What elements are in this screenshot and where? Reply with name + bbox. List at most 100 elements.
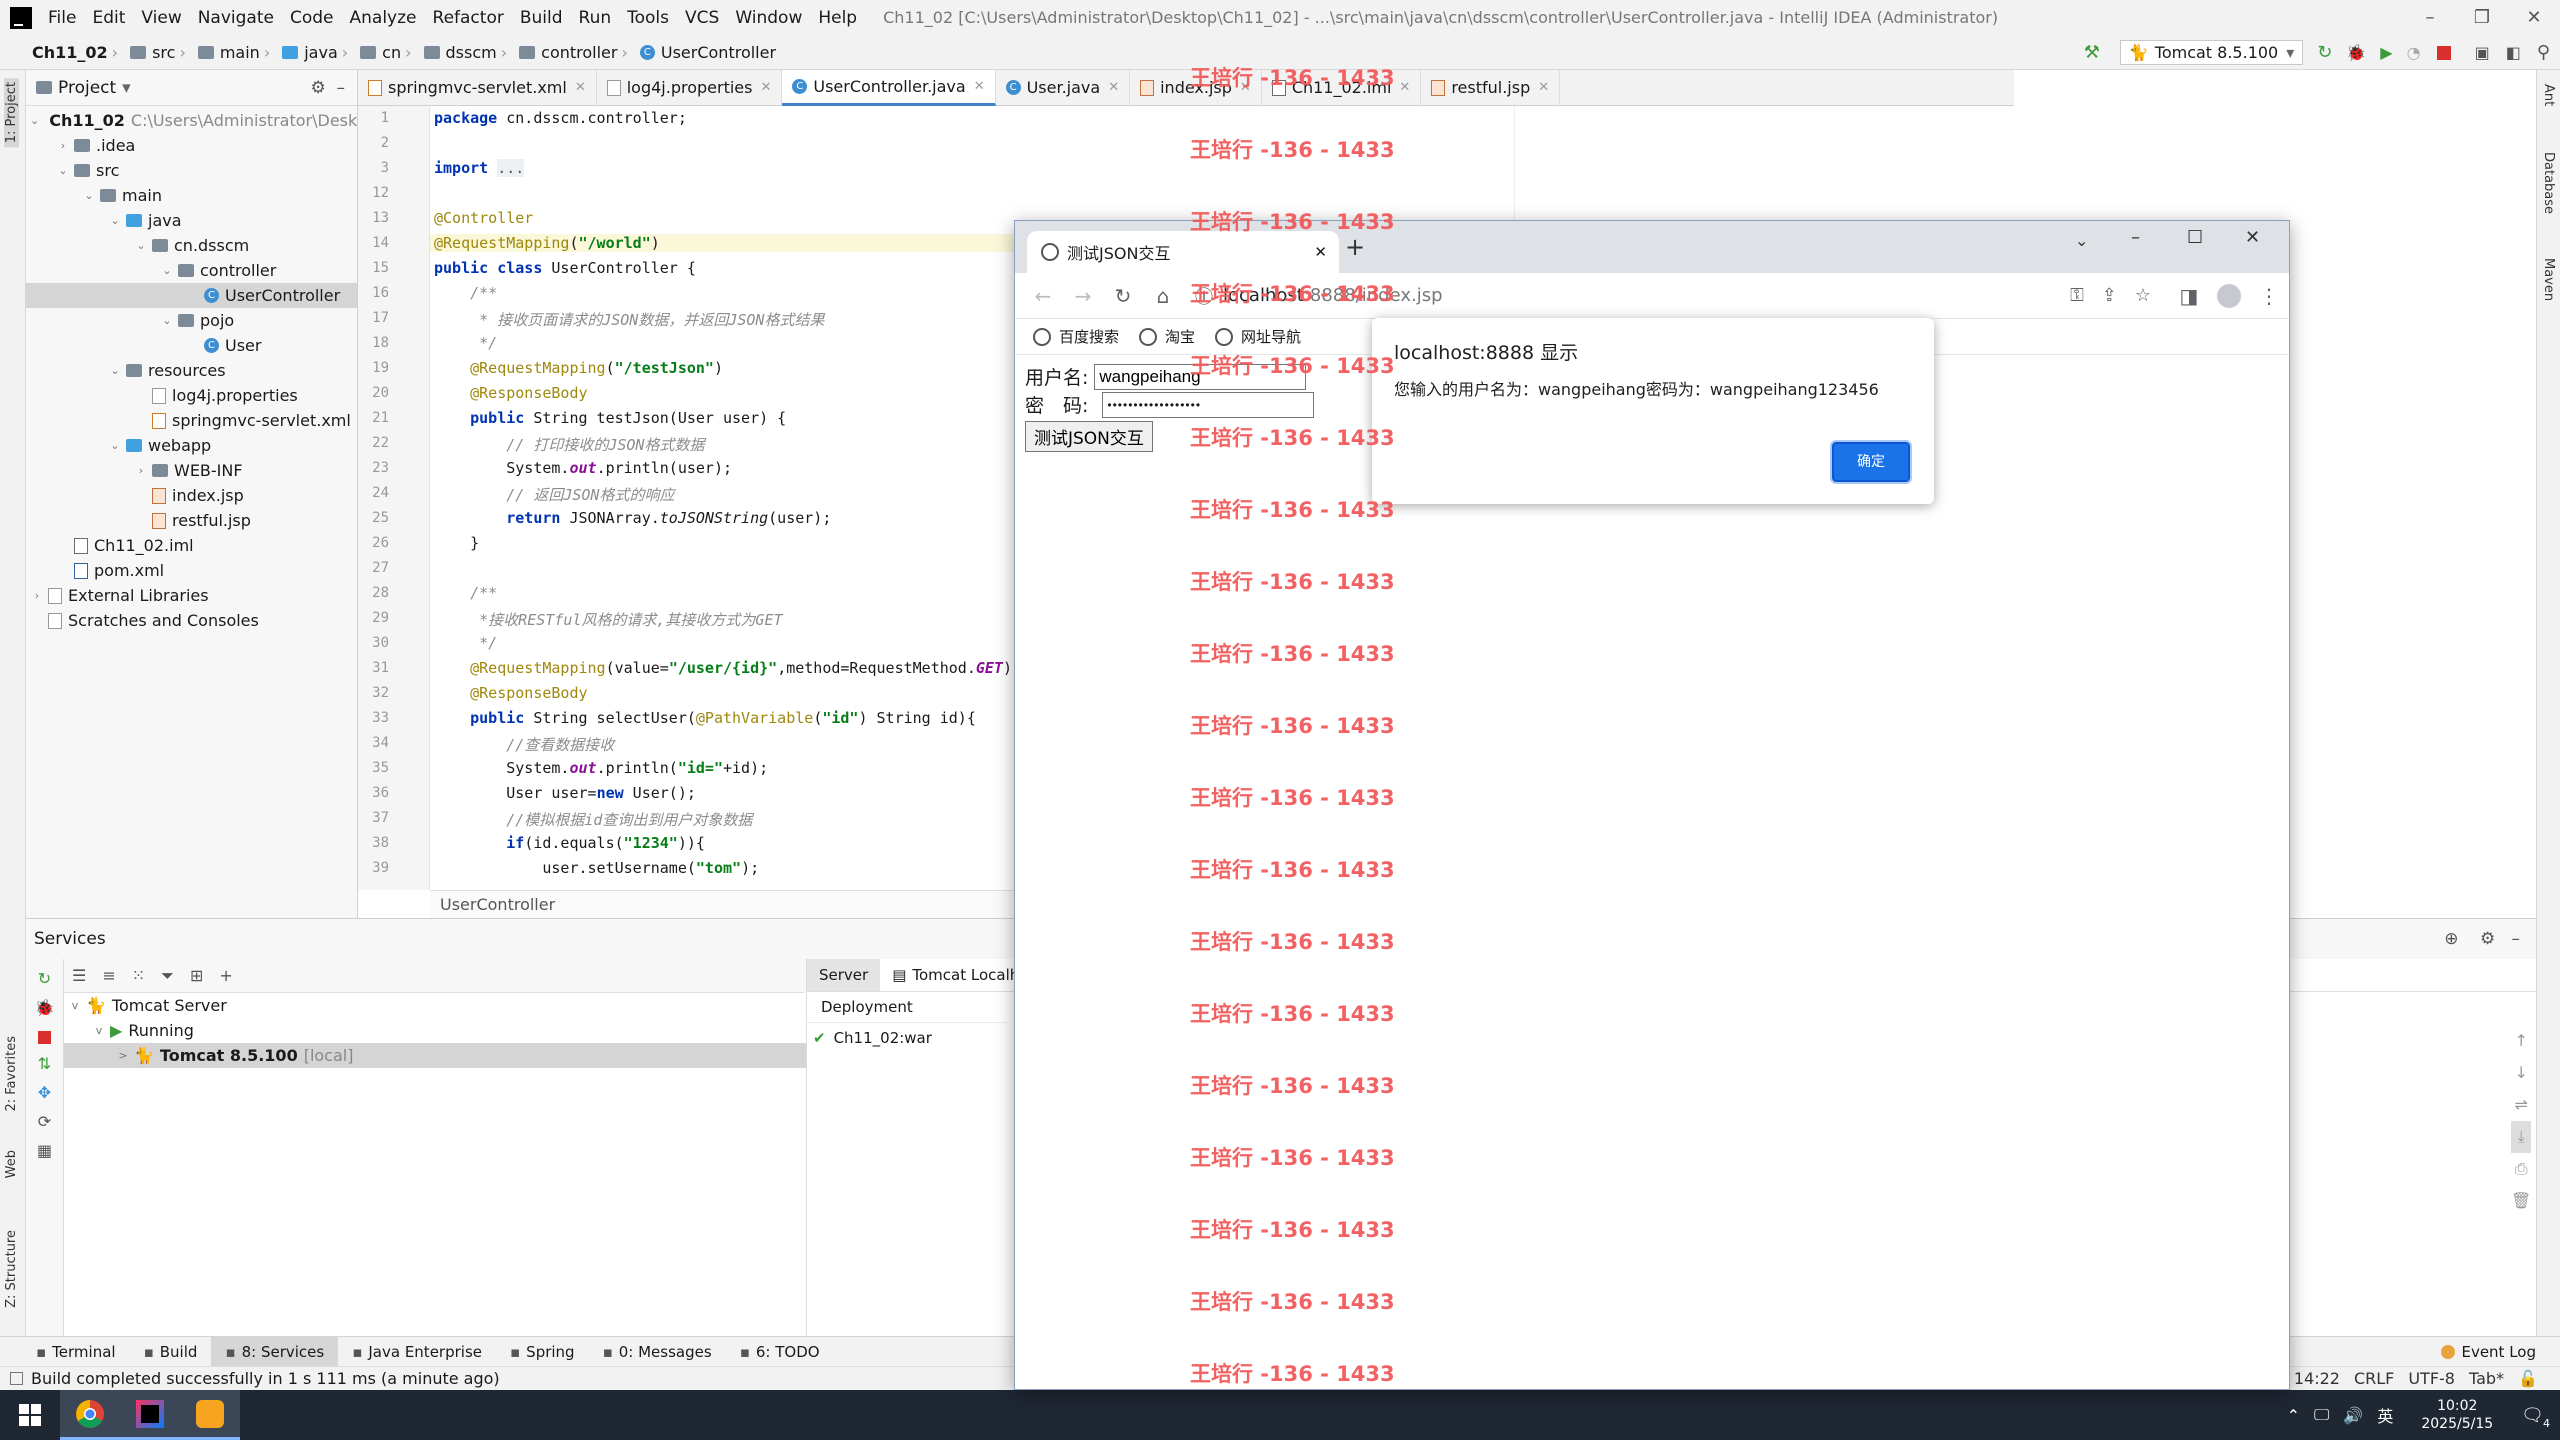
project-tree-item[interactable]: ⌄ webapp: [26, 433, 357, 458]
project-tree-item[interactable]: ⌄ src: [26, 158, 357, 183]
project-tree-item[interactable]: ⌄ resources: [26, 358, 357, 383]
clear-icon[interactable]: 🗑: [2511, 1185, 2531, 1217]
side-panel-icon[interactable]: ◨: [2169, 284, 2209, 308]
browser-tab[interactable]: 测试JSON交互 ✕: [1027, 231, 1339, 273]
editor-tab[interactable]: C User.java ✕: [996, 69, 1131, 106]
chevron-down-icon[interactable]: ⌄: [160, 314, 174, 327]
password-input[interactable]: ••••••••••••••••••: [1102, 391, 1315, 418]
breadcrumb-item[interactable]: dsscm ›: [420, 43, 516, 62]
chevron-right-icon[interactable]: ›: [56, 139, 70, 152]
database-tool-button[interactable]: Database: [2541, 152, 2556, 214]
lock-icon[interactable]: 🔓: [2518, 1369, 2538, 1388]
expand-all-icon[interactable]: ☰: [72, 966, 86, 985]
bottom-tab[interactable]: ▪ Java Enterprise: [338, 1337, 496, 1367]
new-tab-button[interactable]: +: [1345, 233, 1365, 261]
panel-settings-icon[interactable]: ⚙ –: [310, 78, 345, 98]
chevron-down-icon[interactable]: ⌄: [82, 189, 96, 202]
new-tab-icon[interactable]: ⊞: [190, 966, 203, 985]
scroll-up-icon[interactable]: ↑: [2511, 1025, 2531, 1057]
refresh-icon[interactable]: ↻: [26, 969, 63, 988]
menu-edit[interactable]: Edit: [84, 0, 133, 36]
project-tree-item[interactable]: ⌄ java: [26, 208, 357, 233]
menu-tools[interactable]: Tools: [619, 0, 677, 36]
chevron-down-icon[interactable]: ⌄: [108, 214, 122, 227]
browser-close-button[interactable]: ✕: [2245, 227, 2260, 248]
menu-build[interactable]: Build: [512, 0, 571, 36]
close-tab-icon[interactable]: ✕: [575, 80, 586, 95]
project-tree-item[interactable]: pom.xml: [26, 558, 357, 583]
breadcrumb-item[interactable]: C UserController: [636, 43, 780, 62]
breadcrumb-item[interactable]: src ›: [126, 43, 194, 62]
bottom-tab[interactable]: ▪ 0: Messages: [589, 1337, 726, 1367]
minimize-button[interactable]: –: [2404, 0, 2456, 36]
menu-run[interactable]: Run: [571, 0, 620, 36]
editor-tab[interactable]: C UserController.java ✕: [782, 69, 996, 106]
chevron-right-icon[interactable]: ›: [134, 464, 148, 477]
status-toggle-icon[interactable]: [10, 1372, 23, 1385]
collapse-all-icon[interactable]: ≡: [102, 966, 115, 985]
taskbar-chrome[interactable]: [60, 1390, 120, 1440]
stop-icon[interactable]: [2436, 45, 2451, 60]
group-icon[interactable]: ⁙: [132, 966, 145, 985]
breadcrumb-item[interactable]: controller ›: [515, 43, 636, 62]
menu-view[interactable]: View: [133, 0, 189, 36]
project-tree-item[interactable]: springmvc-servlet.xml: [26, 408, 357, 433]
update-icon[interactable]: ✥: [26, 1083, 63, 1102]
web-tool-button[interactable]: Web: [4, 1150, 19, 1178]
project-tree-item[interactable]: index.jsp: [26, 483, 357, 508]
editor-tab[interactable]: log4j.properties ✕: [597, 69, 783, 106]
menu-file[interactable]: File: [40, 0, 84, 36]
project-tree-item[interactable]: C User: [26, 333, 357, 358]
bottom-tab[interactable]: ▪ 8: Services: [211, 1336, 339, 1367]
indent-setting[interactable]: Tab*: [2469, 1369, 2504, 1388]
project-tree-item[interactable]: ⌄ pojo: [26, 308, 357, 333]
add-service-icon[interactable]: +: [219, 966, 232, 985]
browser-minimize-button[interactable]: –: [2131, 227, 2140, 248]
project-tree-item[interactable]: ⌄ cn.dsscm: [26, 233, 357, 258]
breadcrumb-item[interactable]: java ›: [278, 43, 356, 62]
menu-refactor[interactable]: Refactor: [425, 0, 512, 36]
print-icon[interactable]: ⎙: [2511, 1153, 2531, 1185]
clock[interactable]: 10:02 2025/5/15: [2421, 1397, 2493, 1433]
services-tree-row[interactable]: v ▶ Running: [64, 1018, 830, 1043]
chevron-down-icon[interactable]: ⌄: [108, 439, 122, 452]
services-tree-row[interactable]: v 🐈 Tomcat Server: [64, 993, 830, 1018]
project-tree-item[interactable]: ⌄ Ch11_02 C:\Users\Administrator\Desk: [26, 108, 357, 133]
editor-tab[interactable]: springmvc-servlet.xml ✕: [358, 69, 597, 106]
filter-icon[interactable]: ⏷: [161, 966, 174, 986]
file-encoding[interactable]: UTF-8: [2408, 1369, 2455, 1388]
chevron-down-icon[interactable]: ⌄: [134, 239, 148, 252]
bookmark-item[interactable]: 淘宝: [1139, 326, 1195, 347]
close-tab-icon[interactable]: ✕: [1538, 80, 1549, 95]
alert-ok-button[interactable]: 确定: [1830, 440, 1912, 484]
test-json-button[interactable]: 测试JSON交互: [1025, 421, 1153, 452]
project-tool-button[interactable]: 1: Project: [4, 78, 19, 148]
close-button[interactable]: ✕: [2508, 0, 2560, 36]
menu-window[interactable]: Window: [727, 0, 810, 36]
close-tab-icon[interactable]: ✕: [1108, 80, 1119, 95]
profile-icon[interactable]: ◔: [2407, 43, 2421, 62]
network-icon[interactable]: 🖵: [2314, 1405, 2329, 1425]
bottom-tab[interactable]: ▪ Build: [130, 1337, 212, 1367]
project-tree-item[interactable]: › WEB-INF: [26, 458, 357, 483]
profile-avatar-icon[interactable]: [2217, 283, 2241, 308]
caret-position[interactable]: 14:22: [2294, 1369, 2340, 1388]
scroll-to-end-icon[interactable]: ⤓: [2511, 1121, 2532, 1153]
structure-tool-button[interactable]: Z: Structure: [4, 1230, 19, 1308]
rerun-icon[interactable]: ↻: [2317, 42, 2332, 63]
event-log-button[interactable]: Event Log: [2441, 1343, 2536, 1361]
project-tree-item[interactable]: ⌄ main: [26, 183, 357, 208]
reload-icon[interactable]: ↻: [1103, 284, 1143, 308]
services-tree-row[interactable]: > 🐈 Tomcat 8.5.100 [local]: [64, 1043, 830, 1068]
tray-chevron-icon[interactable]: ⌃: [2287, 1406, 2300, 1425]
soft-wrap-icon[interactable]: ⇌: [2511, 1089, 2531, 1121]
project-tree-item[interactable]: restful.jsp: [26, 508, 357, 533]
breadcrumb-item[interactable]: main ›: [194, 43, 278, 62]
taskbar-intellij[interactable]: [120, 1390, 180, 1440]
project-tree-item[interactable]: Scratches and Consoles: [26, 608, 357, 633]
chevron-down-icon[interactable]: ⌄: [56, 164, 70, 177]
run-coverage-icon[interactable]: ▶: [2380, 43, 2392, 62]
bookmark-star-icon[interactable]: ☆: [2135, 285, 2151, 306]
menu-analyze[interactable]: Analyze: [342, 0, 425, 36]
breadcrumb-item[interactable]: cn ›: [356, 43, 419, 62]
